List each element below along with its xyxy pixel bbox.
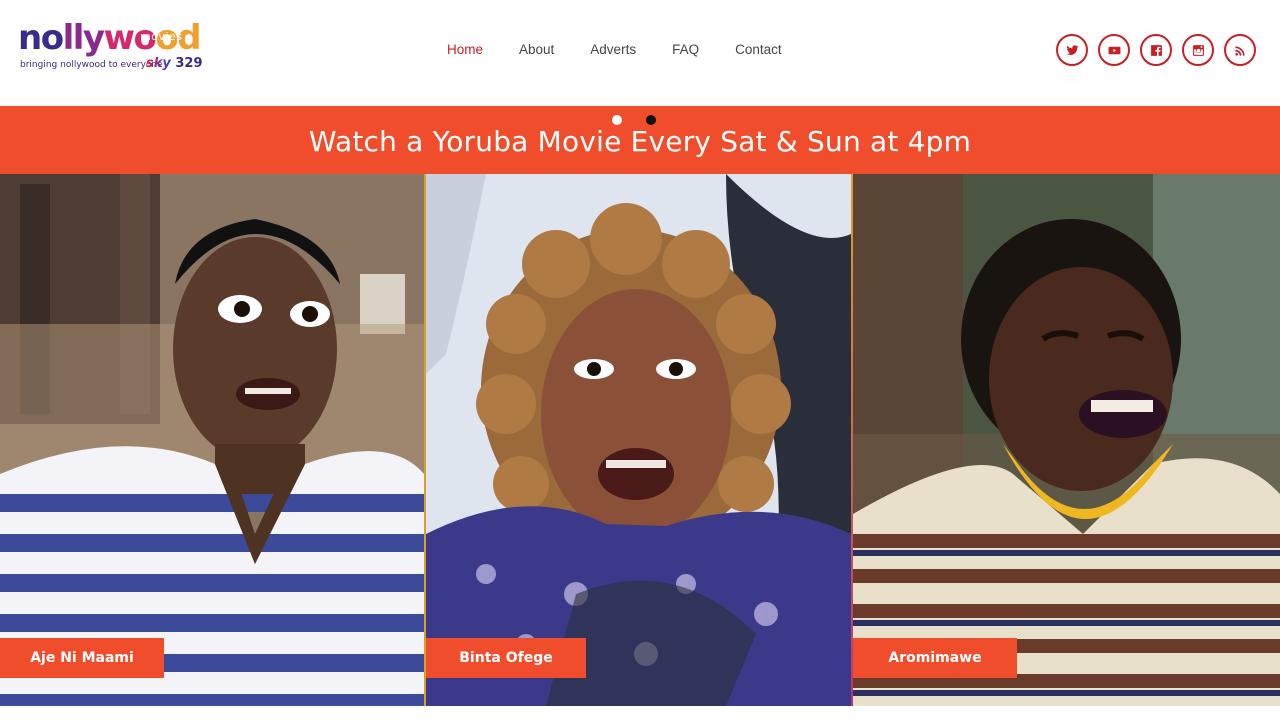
- movie-panel-binta-ofege[interactable]: [426, 174, 851, 706]
- movie-title-badge[interactable]: Aje Ni Maami: [0, 638, 164, 678]
- movie-panels: Aje Ni Maami Binta Ofege Aromimawe: [0, 174, 1280, 706]
- rss-button[interactable]: [1224, 34, 1256, 66]
- movie-panel-aje-ni-maami[interactable]: [0, 174, 424, 706]
- youtube-icon: [1108, 46, 1120, 54]
- channel-number: 329: [175, 56, 203, 71]
- headline-text: Watch a Yoruba Movie Every Sat & Sun at …: [308, 125, 972, 158]
- nav-adverts[interactable]: Adverts: [590, 41, 636, 59]
- main-nav: Home About Adverts FAQ Contact: [447, 41, 818, 59]
- facebook-icon: [1150, 44, 1162, 56]
- slider-dot-1[interactable]: [612, 115, 622, 125]
- movie-still-image: [0, 174, 424, 706]
- logo-tagline: bringing nollywood to everyone: [20, 60, 163, 70]
- nav-faq[interactable]: FAQ: [672, 41, 699, 59]
- sky-logo: sky: [146, 56, 171, 71]
- movie-still-image: [426, 174, 851, 706]
- youtube-button[interactable]: [1098, 34, 1130, 66]
- nav-home[interactable]: Home: [447, 41, 483, 59]
- movie-panel-aromimawe[interactable]: [853, 174, 1280, 706]
- nollywood-movies-logo[interactable]: nollywood movies bringing nollywood to e…: [18, 16, 203, 76]
- slider-dot-2[interactable]: [646, 115, 656, 125]
- twitter-button[interactable]: [1056, 34, 1088, 66]
- instagram-icon: [1192, 44, 1204, 56]
- nav-about[interactable]: About: [519, 41, 554, 59]
- instagram-button[interactable]: [1182, 34, 1214, 66]
- slider-dots: [612, 115, 656, 125]
- rss-icon: [1234, 45, 1245, 56]
- twitter-icon: [1066, 44, 1078, 55]
- hero-slider: Watch a Yoruba Movie Every Sat & Sun at …: [0, 106, 1280, 706]
- logo-sub: movies: [140, 30, 183, 43]
- social-links: [1056, 34, 1256, 66]
- nav-contact[interactable]: Contact: [735, 41, 782, 59]
- logo-letter-o: o: [40, 18, 64, 58]
- movie-title-badge[interactable]: Binta Ofege: [426, 638, 586, 678]
- logo-channel: sky 329: [146, 56, 203, 71]
- site-header: nollywood movies bringing nollywood to e…: [0, 0, 1280, 106]
- movie-still-image: [853, 174, 1280, 706]
- logo-letter-n: n: [18, 18, 42, 58]
- movie-title-badge[interactable]: Aromimawe: [853, 638, 1017, 678]
- facebook-button[interactable]: [1140, 34, 1172, 66]
- logo-letters-lly: lly: [62, 18, 105, 58]
